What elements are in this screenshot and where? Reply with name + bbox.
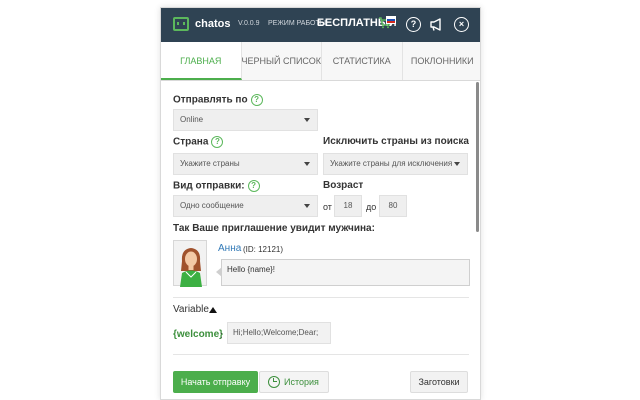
tab-blacklist[interactable]: ЧЕРНЫЙ СПИСОК: [241, 42, 322, 80]
history-button[interactable]: История: [259, 371, 329, 393]
variable-colon: :: [220, 330, 223, 340]
country-label: Страна?: [173, 136, 224, 148]
history-button-label: История: [284, 377, 319, 387]
russian-flag-icon[interactable]: [386, 16, 396, 24]
message-input[interactable]: Hello {name}!: [216, 259, 470, 286]
exclude-countries-label: Исключить страны из поиска: [323, 136, 469, 147]
app-header: chatos V.0.0.9 РЕЖИМ РАБОТЫ БЕСПЛАТНЫЙ ?…: [161, 8, 480, 42]
brand-name: chatos: [195, 18, 231, 30]
chatos-logo-icon: [173, 17, 189, 31]
variable-toggle-label[interactable]: Variable: [173, 304, 209, 315]
scrollbar[interactable]: [476, 82, 479, 232]
country-select[interactable]: Укажите страны: [173, 153, 318, 175]
close-icon[interactable]: ×: [454, 17, 469, 32]
send-to-select[interactable]: Online: [173, 109, 318, 131]
variable-values-input[interactable]: Hi;Hello;Welcome;Dear;: [227, 322, 331, 344]
send-to-help-icon[interactable]: ?: [250, 94, 263, 106]
divider: [173, 354, 469, 355]
tab-statistics[interactable]: СТАТИСТИКА: [322, 42, 403, 80]
preview-name: Анна: [218, 243, 242, 254]
extension-popup: chatos V.0.0.9 РЕЖИМ РАБОТЫ БЕСПЛАТНЫЙ ?…: [160, 7, 481, 400]
preview-id: (ID: 12121): [243, 245, 284, 254]
tab-bar: ГЛАВНАЯ ЧЕРНЫЙ СПИСОК СТАТИСТИКА ПОКЛОНН…: [161, 42, 480, 81]
start-sending-button[interactable]: Начать отправку: [173, 371, 258, 393]
send-type-select[interactable]: Одно сообщение: [173, 195, 318, 217]
exclude-countries-select[interactable]: Укажите страны для исключения: [323, 153, 468, 175]
variable-name: {welcome}: [173, 329, 224, 340]
age-from-input[interactable]: 18: [334, 195, 362, 217]
send-type-help-icon[interactable]: ?: [247, 180, 260, 192]
chevron-down-icon: [304, 204, 310, 208]
age-from-label: от: [323, 202, 332, 212]
send-to-label: Отправлять по?: [173, 94, 263, 106]
send-type-label: Вид отправки:?: [173, 180, 260, 192]
preview-title: Так Ваше приглашение увидит мужчина:: [173, 223, 375, 234]
divider: [173, 297, 469, 298]
chevron-down-icon: [304, 118, 310, 122]
age-label: Возраст: [323, 180, 364, 191]
country-help-icon[interactable]: ?: [211, 136, 224, 148]
help-icon[interactable]: ?: [406, 17, 421, 32]
avatar: [173, 240, 207, 287]
age-to-input[interactable]: 80: [379, 195, 407, 217]
chevron-down-icon: [454, 162, 460, 166]
tab-admirers[interactable]: ПОКЛОННИКИ: [402, 42, 480, 80]
caret-up-icon[interactable]: [209, 307, 217, 313]
version-label: V.0.0.9: [238, 20, 260, 27]
chevron-down-icon: [304, 162, 310, 166]
age-to-label: до: [366, 202, 377, 212]
tab-main[interactable]: ГЛАВНАЯ: [161, 42, 242, 80]
megaphone-icon[interactable]: [429, 17, 445, 32]
woman-avatar-icon: [180, 248, 202, 287]
templates-button[interactable]: Заготовки: [410, 371, 468, 393]
main-panel: Отправлять по? Online Страна? Укажите ст…: [161, 82, 480, 399]
clock-icon: [268, 376, 280, 388]
